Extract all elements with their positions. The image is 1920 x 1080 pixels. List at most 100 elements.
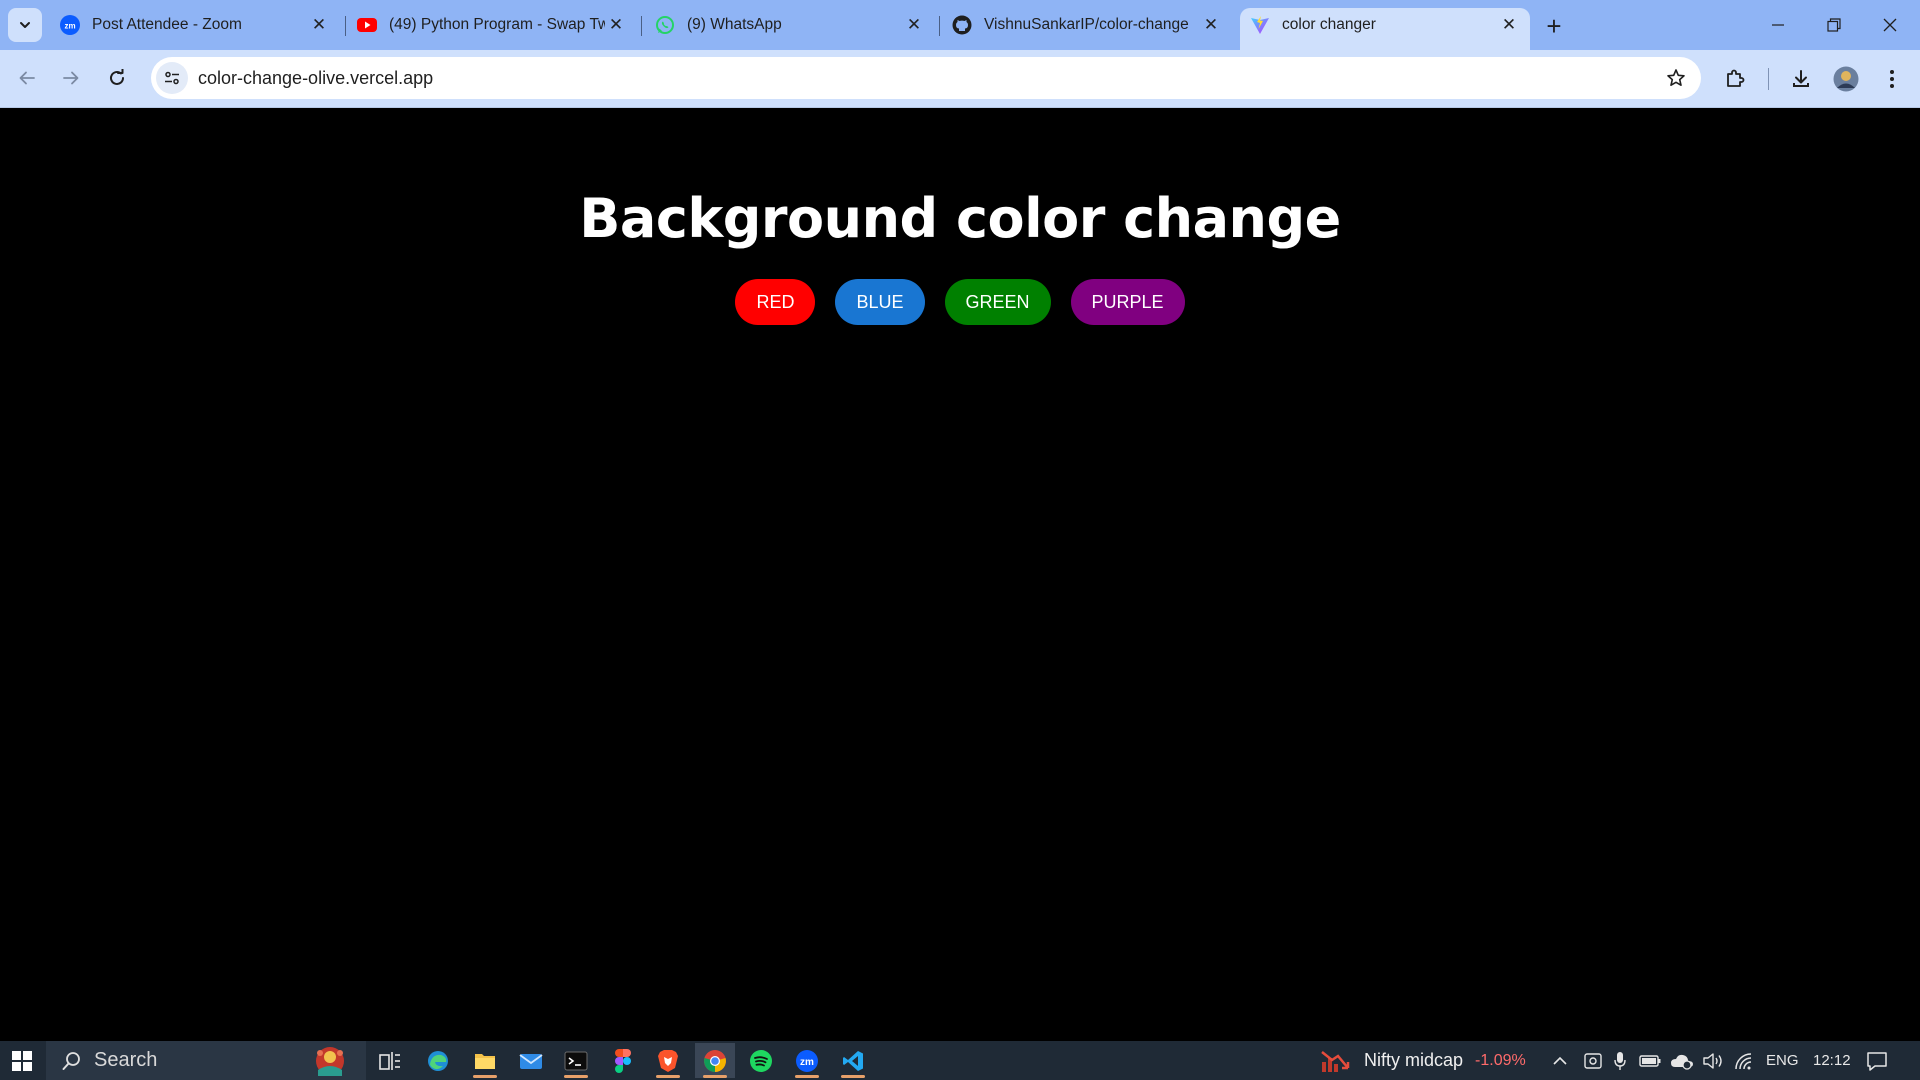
- show-hidden-icons-button[interactable]: [1552, 1041, 1568, 1080]
- menu-button[interactable]: [1875, 62, 1909, 96]
- wifi-icon[interactable]: [1733, 1041, 1753, 1080]
- stock-chart-icon: [1321, 1050, 1350, 1072]
- more-vertical-icon: [1890, 70, 1894, 88]
- taskbar-file-explorer[interactable]: [465, 1043, 505, 1078]
- edge-icon: [428, 1050, 448, 1071]
- close-icon[interactable]: ✕: [308, 14, 330, 36]
- tab-title: (49) Python Program - Swap Tw: [389, 16, 605, 33]
- taskbar-mail[interactable]: [511, 1043, 551, 1078]
- green-button[interactable]: GREEN: [944, 279, 1051, 325]
- restore-icon: [1827, 18, 1841, 32]
- reload-icon: [110, 69, 124, 85]
- language-indicator[interactable]: ENG: [1766, 1041, 1799, 1080]
- avatar-icon: [1833, 66, 1859, 92]
- taskbar-edge[interactable]: [418, 1043, 458, 1078]
- folder-icon: [475, 1053, 495, 1069]
- browser-tab-strip: zm Post Attendee - Zoom ✕ (49) Python Pr…: [0, 0, 1920, 50]
- blue-button[interactable]: BLUE: [835, 279, 925, 325]
- tab-title: color changer: [1282, 16, 1376, 33]
- taskbar-spotify[interactable]: [741, 1043, 781, 1078]
- puzzle-icon: [1727, 69, 1745, 87]
- restore-button[interactable]: [1806, 0, 1862, 50]
- mail-icon: [519, 1053, 543, 1069]
- search-icon: [62, 1051, 80, 1070]
- terminal-icon: [564, 1051, 588, 1070]
- red-button[interactable]: RED: [735, 279, 816, 325]
- tab-title: Post Attendee - Zoom: [92, 16, 242, 33]
- stock-widget[interactable]: Nifty midcap -1.09%: [1320, 1041, 1526, 1080]
- windows-icon: [12, 1050, 32, 1071]
- clock[interactable]: 12:12: [1813, 1041, 1851, 1080]
- vite-icon: [1250, 15, 1270, 35]
- back-button[interactable]: [8, 59, 46, 97]
- svg-text:zm: zm: [800, 1057, 814, 1068]
- meet-now-icon[interactable]: [1584, 1041, 1602, 1080]
- taskbar-search[interactable]: Search: [46, 1041, 366, 1080]
- taskbar-zoom[interactable]: zm: [787, 1043, 827, 1078]
- tab-divider: [939, 16, 940, 36]
- microphone-icon[interactable]: [1613, 1041, 1627, 1080]
- task-view-icon: [379, 1051, 400, 1070]
- youtube-icon: [357, 15, 377, 35]
- figma-icon: [615, 1048, 631, 1073]
- toolbar-divider: [1768, 68, 1769, 90]
- zoom-icon: zm: [796, 1049, 818, 1072]
- battery-icon[interactable]: [1639, 1041, 1661, 1080]
- onedrive-icon[interactable]: [1670, 1041, 1694, 1080]
- taskbar-vscode[interactable]: [833, 1043, 873, 1078]
- tab-github[interactable]: VishnuSankarIP/color-change ✕: [942, 8, 1232, 42]
- tab-title: VishnuSankarIP/color-change: [984, 16, 1189, 33]
- forward-button[interactable]: [52, 59, 90, 97]
- start-button[interactable]: [0, 1041, 44, 1080]
- tab-search-button[interactable]: [8, 8, 42, 42]
- new-tab-button[interactable]: +: [1539, 11, 1569, 41]
- download-icon: [1793, 70, 1809, 87]
- tab-youtube[interactable]: (49) Python Program - Swap Tw ✕: [347, 8, 637, 42]
- vscode-icon: [843, 1050, 863, 1071]
- task-view-button[interactable]: [370, 1043, 410, 1078]
- close-icon[interactable]: ✕: [903, 14, 925, 36]
- search-highlight-icon: [316, 1047, 344, 1076]
- tab-divider: [345, 16, 346, 36]
- page-content: Background color change RED BLUE GREEN P…: [0, 109, 1920, 1041]
- tab-whatsapp[interactable]: (9) WhatsApp ✕: [645, 8, 935, 42]
- purple-button[interactable]: PURPLE: [1070, 279, 1185, 325]
- taskbar-figma[interactable]: [603, 1043, 643, 1078]
- minimize-button[interactable]: [1750, 0, 1806, 50]
- close-icon: [1883, 18, 1897, 32]
- close-icon[interactable]: ✕: [1200, 14, 1222, 36]
- color-button-row: RED BLUE GREEN PURPLE: [0, 279, 1920, 325]
- extensions-button[interactable]: [1718, 62, 1752, 96]
- close-icon[interactable]: ✕: [1498, 14, 1520, 36]
- tab-title: (9) WhatsApp: [687, 16, 782, 33]
- volume-icon[interactable]: [1702, 1041, 1724, 1080]
- zoom-icon: zm: [60, 15, 80, 35]
- notification-icon: [1867, 1051, 1887, 1071]
- brave-icon: [658, 1049, 678, 1072]
- taskbar-terminal[interactable]: [556, 1043, 596, 1078]
- close-window-button[interactable]: [1862, 0, 1918, 50]
- bookmark-star-icon[interactable]: [1659, 61, 1693, 95]
- arrow-left-icon: [19, 71, 35, 85]
- taskbar-chrome[interactable]: [695, 1043, 735, 1078]
- site-info-icon[interactable]: [156, 62, 188, 94]
- profile-avatar[interactable]: [1829, 62, 1863, 96]
- tab-divider: [641, 16, 642, 36]
- reload-button[interactable]: [98, 59, 136, 97]
- downloads-button[interactable]: [1784, 62, 1818, 96]
- taskbar-brave[interactable]: [648, 1043, 688, 1078]
- browser-toolbar: color-change-olive.vercel.app: [0, 50, 1920, 108]
- page-title: Background color change: [579, 187, 1341, 250]
- notification-button[interactable]: [1866, 1041, 1888, 1080]
- minimize-icon: [1772, 24, 1784, 26]
- arrow-right-icon: [63, 71, 79, 85]
- github-icon: [952, 15, 972, 35]
- chrome-icon: [704, 1049, 726, 1072]
- close-icon[interactable]: ✕: [605, 14, 627, 36]
- tab-color-changer[interactable]: color changer ✕: [1240, 8, 1530, 50]
- url-text[interactable]: color-change-olive.vercel.app: [198, 68, 1659, 89]
- search-label: Search: [94, 1049, 158, 1071]
- tab-zoom[interactable]: zm Post Attendee - Zoom ✕: [50, 8, 340, 42]
- chevron-up-icon: [1553, 1056, 1567, 1065]
- address-bar[interactable]: color-change-olive.vercel.app: [151, 57, 1701, 99]
